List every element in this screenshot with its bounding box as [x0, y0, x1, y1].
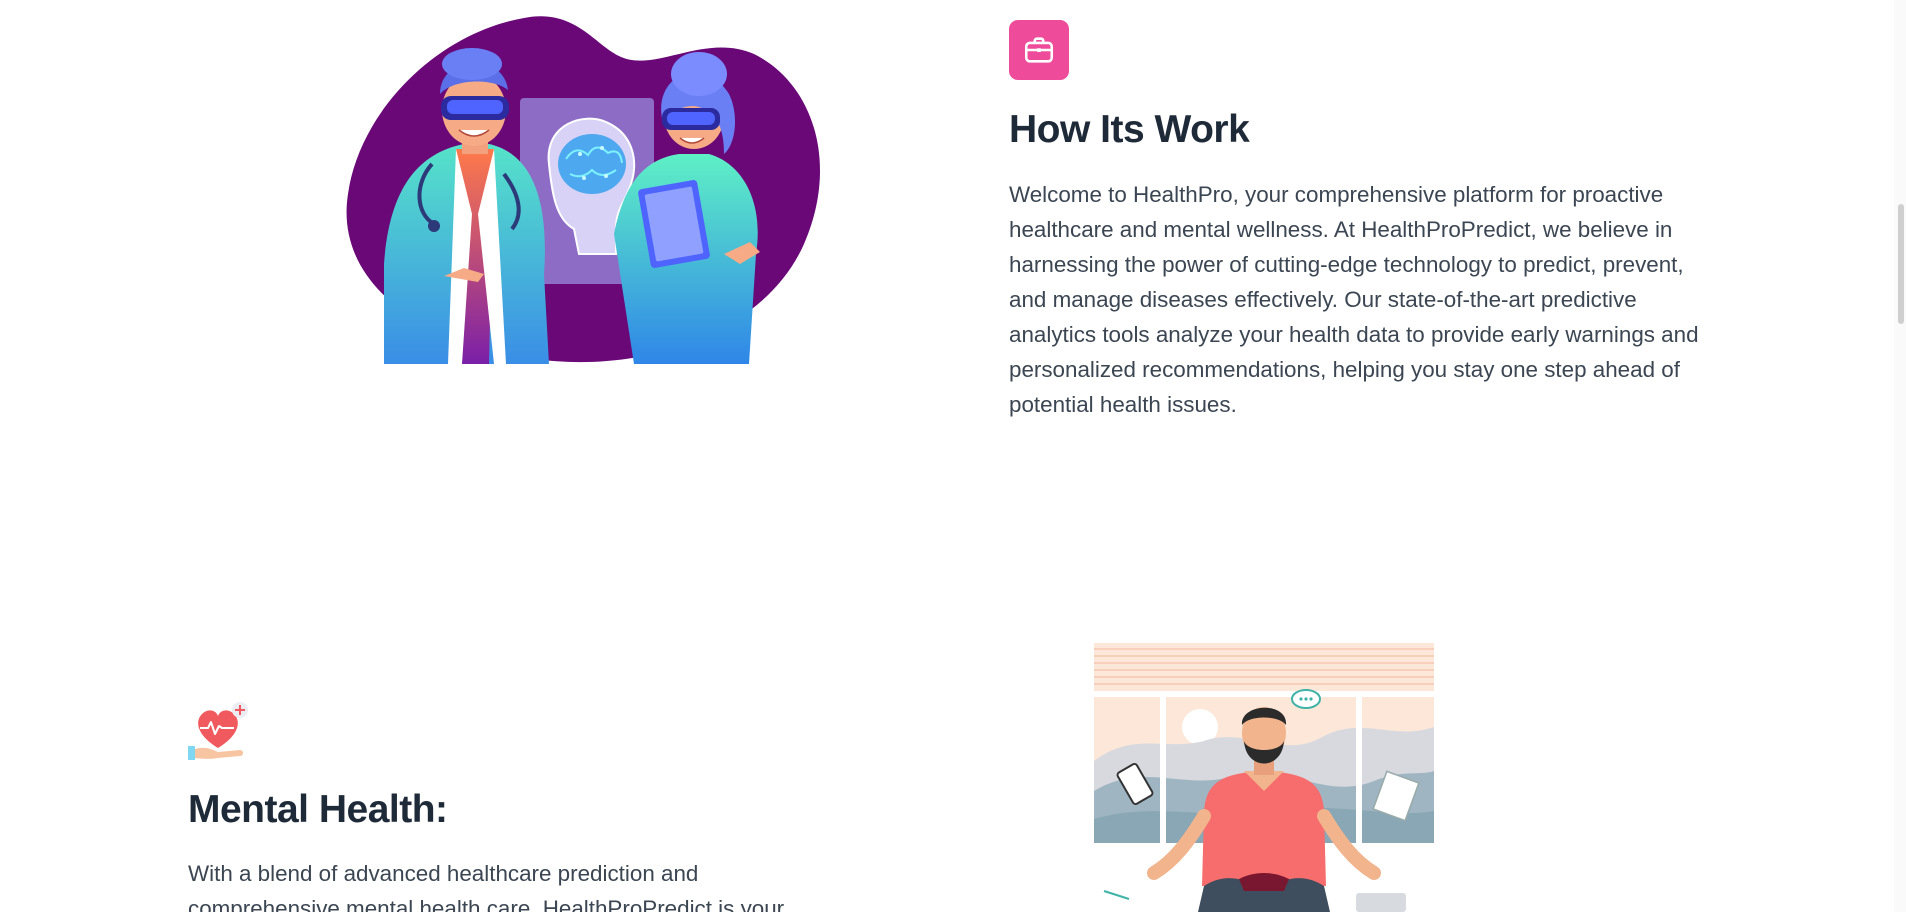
- meditation-illustration: [1094, 643, 1434, 912]
- mental-health-paragraph: With a blend of advanced healthcare pred…: [188, 861, 785, 912]
- mental-health-title: Mental Health:: [188, 788, 448, 831]
- page: How Its Work Welcome to HealthPro, your …: [0, 0, 1906, 912]
- briefcase-icon: [1009, 20, 1069, 80]
- how-it-works-title: How Its Work: [1009, 108, 1250, 151]
- doctors-brain-scan-illustration: [346, 16, 820, 364]
- heart-in-hand-icon: [188, 702, 248, 760]
- how-it-works-paragraph: Welcome to HealthPro, your comprehensive…: [1009, 182, 1699, 417]
- vertical-scrollbar[interactable]: [1894, 0, 1906, 912]
- scrollbar-thumb[interactable]: [1898, 204, 1904, 324]
